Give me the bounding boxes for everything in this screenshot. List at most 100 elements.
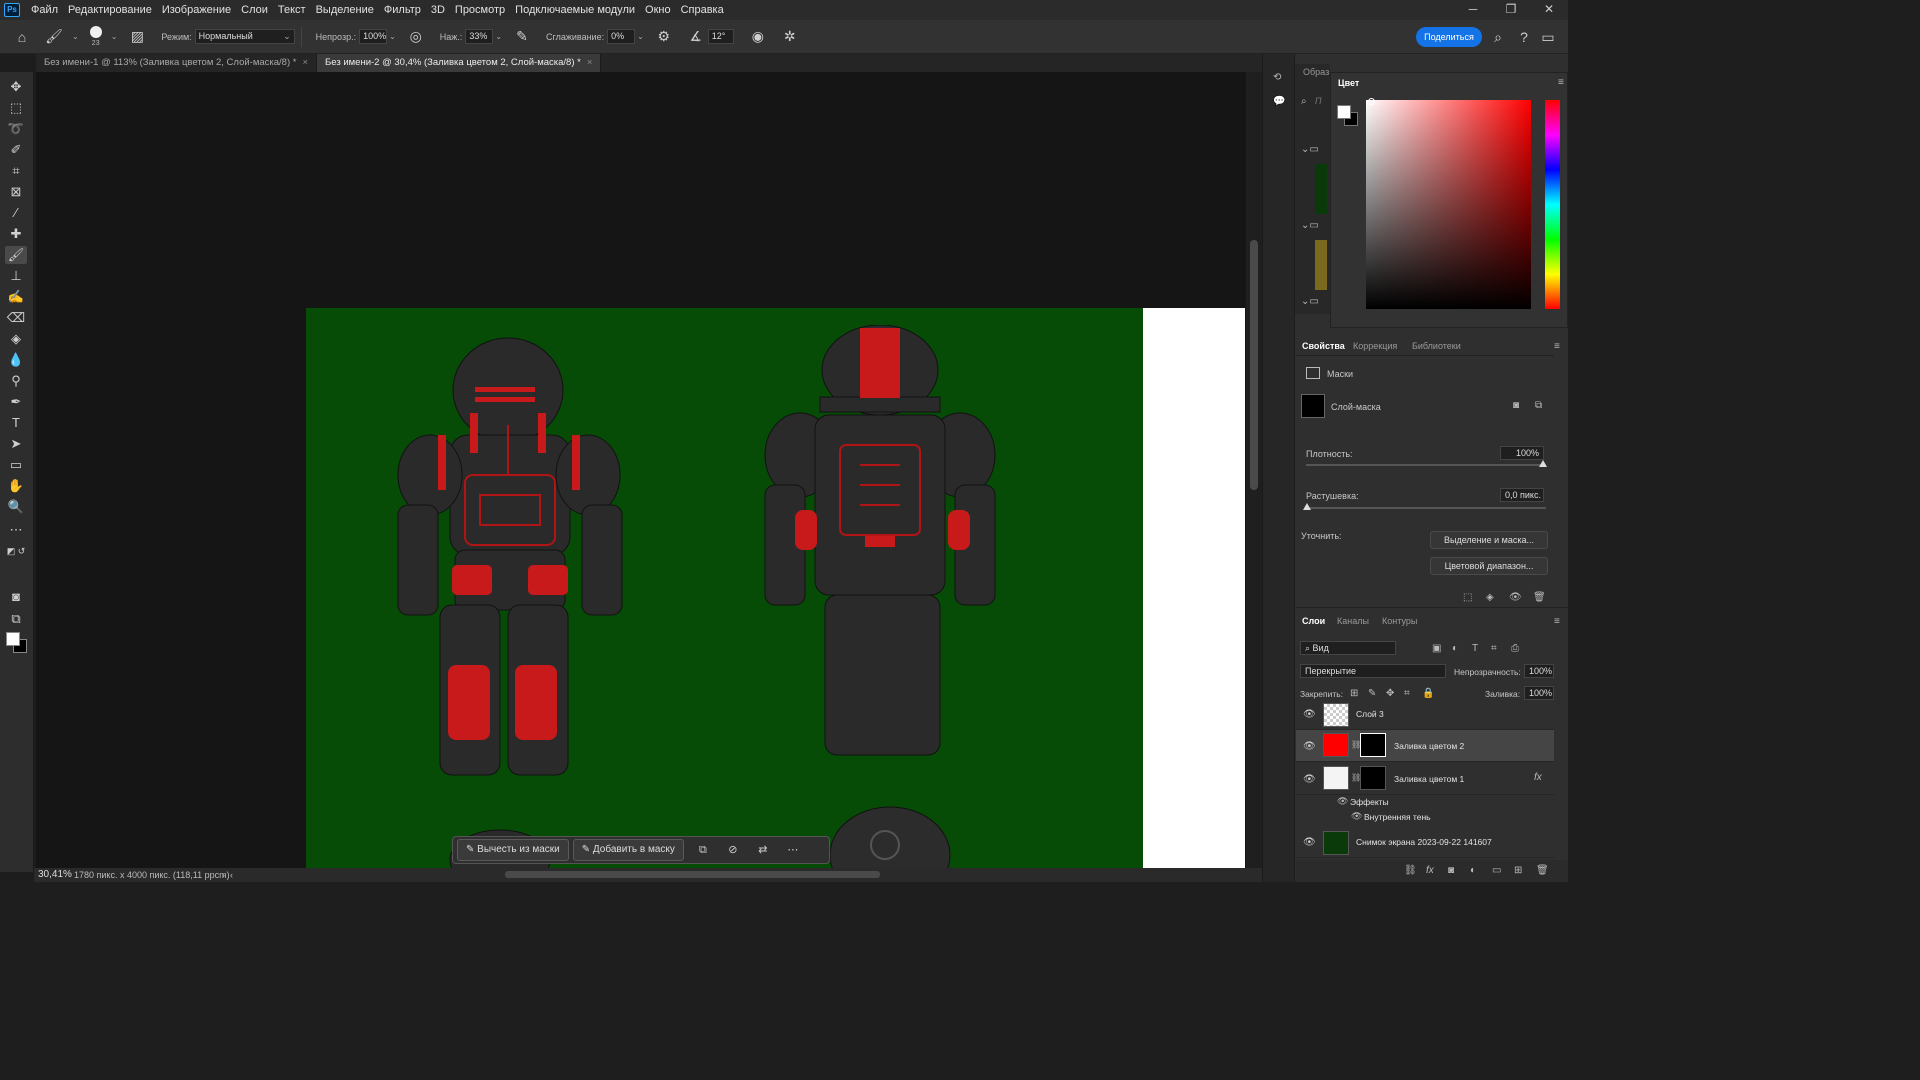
layer-name[interactable]: Снимок экрана 2023-09-22 141607 [1356,837,1492,847]
chevron-down-icon[interactable]: ⌄ [495,32,502,41]
gear-icon[interactable]: ⚙ [654,28,674,45]
zoom-level[interactable]: 30,41% [38,868,72,882]
document-info[interactable]: 1780 пикс. x 4000 пикс. (118,11 ppcm) [74,868,230,882]
density-input[interactable]: 100% [1500,446,1544,460]
filter-type-icon[interactable]: T [1472,643,1478,654]
smoothing-input[interactable]: 0% [607,29,636,44]
subtract-from-mask-button[interactable]: ✎ Вычесть из маски [457,839,569,861]
filter-adjustment-icon[interactable]: ◐ [1452,643,1458,654]
panel-menu-icon[interactable]: ≡ [1554,341,1560,352]
tab-libraries[interactable]: Библиотеки [1412,341,1461,351]
filter-shape-icon[interactable]: ⌗ [1491,643,1497,654]
foreground-color-swatch[interactable] [6,632,20,646]
folder-icon[interactable]: ⌄▭ [1301,296,1319,307]
eye-icon[interactable]: 👁 [1303,774,1316,785]
workspace-icon[interactable]: ▭ [1538,29,1558,46]
tab-paths[interactable]: Контуры [1382,616,1417,626]
feather-slider[interactable] [1306,507,1546,509]
search-icon[interactable]: ⌕ [1301,96,1307,107]
history-brush-tool-icon[interactable]: ✍ [5,288,27,306]
comments-panel-icon[interactable]: 💬 [1273,96,1285,107]
menu-3d[interactable]: 3D [426,0,450,20]
pen-tool-icon[interactable]: ✒ [5,393,27,411]
menu-view[interactable]: Просмотр [450,0,510,20]
new-group-icon[interactable]: ▭ [1492,865,1501,876]
eye-icon[interactable]: 👁 [1337,796,1348,807]
restore-button[interactable]: ❐ [1492,0,1530,20]
help-icon[interactable]: ? [1514,29,1534,45]
menu-help[interactable]: Справка [676,0,729,20]
tab-untitled-2[interactable]: Без имени-2 @ 30,4% (Заливка цветом 2, С… [317,54,602,72]
brush-tool-icon[interactable]: 🖌 [5,246,27,264]
more-options-icon[interactable]: ⋯ [781,839,805,861]
search-icon[interactable]: ⌕ [1488,29,1508,46]
move-tool-icon[interactable]: ✥ [5,78,27,96]
layer-name[interactable]: Слой 3 [1356,709,1384,719]
eraser-tool-icon[interactable]: ⌫ [5,309,27,327]
tab-properties[interactable]: Свойства [1302,341,1345,351]
pressure-size-icon[interactable]: ◉ [748,28,768,45]
pattern-thumb[interactable] [1315,240,1327,290]
opacity-input[interactable]: 100% [359,29,388,44]
layer-mask-thumb[interactable] [1360,733,1386,757]
tab-color[interactable]: Цвет [1338,78,1359,88]
trash-icon[interactable]: 🗑 [1536,865,1549,876]
home-icon[interactable]: ⌂ [12,29,32,45]
marquee-tool-icon[interactable]: ⬚ [5,99,27,117]
add-vector-mask-icon[interactable]: ⧉ [1535,400,1542,411]
more-tools-icon[interactable]: ⋯ [5,521,27,539]
panel-menu-icon[interactable]: ≡ [1558,77,1564,88]
path-select-tool-icon[interactable]: ➤ [5,435,27,453]
minimize-button[interactable]: ─ [1454,0,1492,20]
eye-icon[interactable]: 👁 [1303,709,1316,720]
layer-mask-thumb[interactable] [1301,394,1325,418]
layer-filter-select[interactable]: ⌕ Вид [1300,641,1396,655]
screen-mode-icon[interactable]: ⧉ [5,610,27,628]
link-layers-icon[interactable]: ⛓ [1404,865,1417,876]
panel-menu-icon[interactable]: ≡ [1554,616,1560,627]
frame-tool-icon[interactable]: ⊠ [5,183,27,201]
mini-search-placeholder[interactable]: П [1315,96,1322,106]
chevron-down-icon[interactable]: ⌄ [389,32,396,41]
lasso-tool-icon[interactable]: ➰ [5,120,27,138]
tab-channels[interactable]: Каналы [1337,616,1369,626]
pressure-opacity-icon[interactable]: ◎ [406,28,426,45]
menu-plugins[interactable]: Подключаемые модули [510,0,640,20]
filter-smart-object-icon[interactable]: ⎙ [1511,643,1519,654]
menu-window[interactable]: Окно [640,0,676,20]
quick-mask-icon[interactable]: ◙ [5,588,27,606]
mode-select[interactable]: Нормальный ⌄ [194,29,295,44]
blur-tool-icon[interactable]: 💧 [5,351,27,369]
load-selection-icon[interactable]: ⬚ [1463,592,1472,603]
brush-settings-icon[interactable]: ▨ [127,28,147,45]
layer-row-layer3[interactable]: 👁 Слой 3 [1296,700,1554,730]
angle-input[interactable]: 12° [707,29,734,44]
layer-name[interactable]: Заливка цветом 1 [1394,774,1464,784]
menu-image[interactable]: Изображение [157,0,236,20]
tab-untitled-1[interactable]: Без имени-1 @ 113% (Заливка цветом 2, Сл… [36,54,318,72]
select-pixel-mask-icon[interactable]: ◙ [1513,400,1519,411]
hue-slider[interactable] [1545,100,1560,309]
tab-adjustments[interactable]: Коррекция [1353,341,1397,351]
effects-row[interactable]: 👁 Эффекты [1296,795,1554,810]
default-colors-icon[interactable]: ◩ ↺ [5,542,27,560]
zoom-tool-icon[interactable]: 🔍 [5,498,27,516]
lock-position-icon[interactable]: ✥ [1386,688,1394,699]
close-icon[interactable]: × [587,57,593,68]
folder-icon[interactable]: ⌄▭ [1301,220,1319,231]
apply-mask-icon[interactable]: ◈ [1486,592,1494,603]
lock-pixels-icon[interactable]: ✎ [1368,688,1376,699]
chevron-right-icon[interactable]: › [222,868,225,882]
layer-row-fill-color-1[interactable]: 👁 ⛓ Заливка цветом 1 fx [1296,763,1554,795]
horizontal-scroll-thumb[interactable] [505,871,880,878]
density-slider[interactable] [1306,464,1546,466]
lock-all-icon[interactable]: 🔒 [1422,688,1434,699]
inner-shadow-row[interactable]: 👁 Внутренняя тень [1296,810,1554,825]
fill-input[interactable]: 100% [1524,686,1554,700]
invert-mask-icon[interactable]: ⇄ [751,839,775,861]
new-layer-icon[interactable]: ⊞ [1514,865,1522,876]
layer-opacity-input[interactable]: 100% [1524,664,1554,678]
feather-input[interactable]: 0,0 пикс. [1500,488,1544,502]
foreground-color-swatch[interactable] [1337,105,1351,119]
pattern-thumb[interactable] [1315,164,1327,214]
